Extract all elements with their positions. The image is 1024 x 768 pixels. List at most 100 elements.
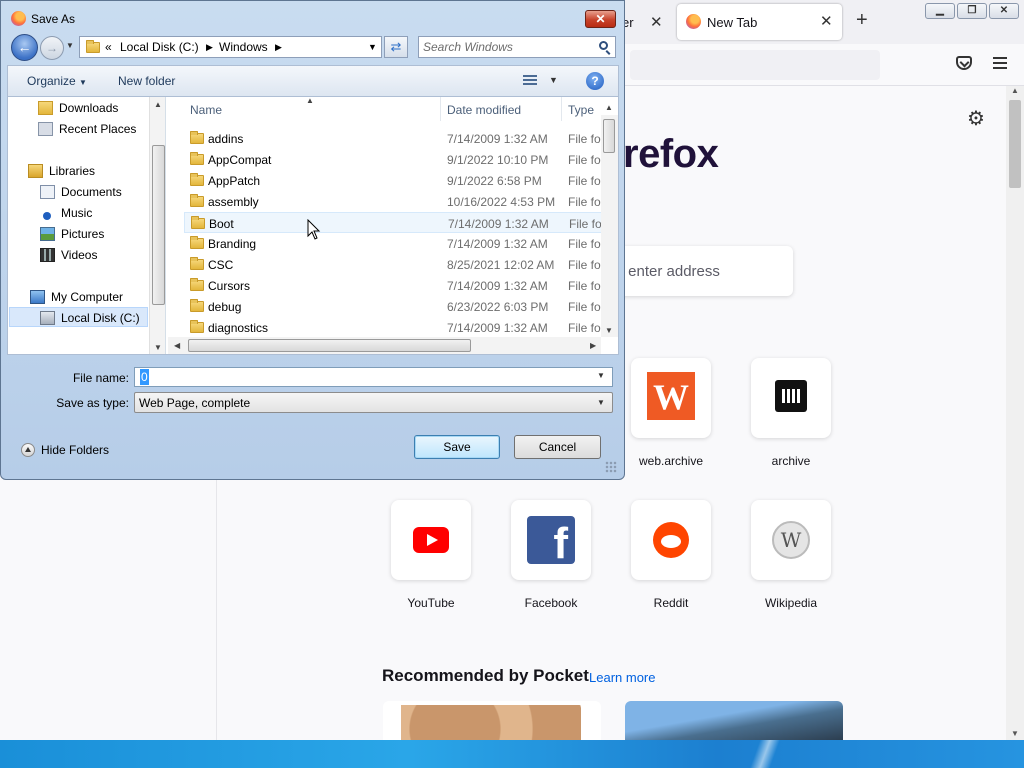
site-tile[interactable]: W: [631, 358, 711, 438]
file-list-horizontal-scrollbar[interactable]: ◀ ▶: [168, 337, 601, 354]
scrollbar-thumb[interactable]: [1009, 100, 1021, 188]
scroll-left-arrow-icon[interactable]: ◀: [174, 341, 180, 350]
address-bar[interactable]: « Local Disk (C:) ▶ Windows ▶ ▼: [79, 36, 382, 58]
breadcrumb-local-disk[interactable]: Local Disk (C:): [120, 40, 199, 54]
nav-item-recent-places[interactable]: Recent Places: [38, 119, 148, 139]
save-button[interactable]: Save: [414, 435, 500, 459]
site-tile[interactable]: [631, 500, 711, 580]
scrollbar-thumb[interactable]: [188, 339, 471, 352]
save-as-type-select[interactable]: Web Page, complete ▼: [134, 392, 613, 413]
nav-item-documents[interactable]: Documents: [40, 182, 148, 202]
nav-item-libraries[interactable]: Libraries: [28, 161, 148, 181]
scrollbar-thumb[interactable]: [152, 145, 165, 305]
cancel-button[interactable]: Cancel: [514, 435, 601, 459]
scroll-right-arrow-icon[interactable]: ▶: [590, 341, 596, 350]
url-bar[interactable]: [630, 50, 880, 80]
breadcrumb-separator-icon[interactable]: ▶: [206, 42, 213, 53]
nav-item-pictures[interactable]: Pictures: [40, 224, 148, 244]
nav-item-label: Videos: [61, 248, 98, 262]
file-row[interactable]: Cursors 7/14/2009 1:32 AM File fol: [184, 275, 604, 296]
file-name-value[interactable]: 0: [140, 369, 149, 385]
search-box[interactable]: [418, 36, 616, 58]
file-row[interactable]: diagnostics 7/14/2009 1:32 AM File fol: [184, 317, 604, 338]
pocket-story-card[interactable]: [383, 701, 601, 740]
search-input[interactable]: [423, 39, 593, 55]
maximize-button[interactable]: ❐: [957, 3, 987, 19]
views-icon[interactable]: [523, 75, 537, 87]
nav-pane-scrollbar[interactable]: ▲ ▼: [149, 97, 165, 354]
file-row[interactable]: AppPatch 9/1/2022 6:58 PM File fol: [184, 170, 604, 191]
scroll-down-arrow-icon[interactable]: ▼: [1006, 729, 1024, 738]
dialog-title: Save As: [31, 12, 76, 26]
top-site-facebook[interactable]: f Facebook: [511, 500, 591, 610]
breadcrumb-windows[interactable]: Windows: [219, 40, 268, 54]
file-row[interactable]: addins 7/14/2009 1:32 AM File fol: [184, 128, 604, 149]
pocket-icon[interactable]: [956, 56, 972, 70]
top-site-youtube[interactable]: YouTube: [391, 500, 471, 610]
address-dropdown-icon[interactable]: ▼: [368, 42, 377, 52]
forward-button[interactable]: →: [40, 36, 64, 60]
videos-icon: [40, 248, 55, 262]
tab-new-tab[interactable]: New Tab ✕: [677, 4, 842, 40]
site-tile[interactable]: W: [751, 500, 831, 580]
file-name: AppCompat: [208, 153, 272, 167]
file-row[interactable]: CSC 8/25/2021 12:02 AM File fol: [184, 254, 604, 275]
file-row[interactable]: AppCompat 9/1/2022 10:10 PM File fol: [184, 149, 604, 170]
top-site-web-archive[interactable]: W web.archive: [631, 358, 711, 468]
breadcrumb-overflow-icon[interactable]: «: [105, 40, 112, 54]
site-tile[interactable]: [391, 500, 471, 580]
organize-button[interactable]: Organize ▼: [27, 74, 87, 88]
hamburger-menu-icon[interactable]: [993, 57, 1007, 69]
gear-icon[interactable]: ⚙: [967, 106, 985, 131]
column-header-date[interactable]: Date modified: [441, 97, 562, 121]
file-row[interactable]: assembly 10/16/2022 4:53 PM File fol: [184, 191, 604, 212]
file-row[interactable]: Branding 7/14/2009 1:32 AM File fol: [184, 233, 604, 254]
scroll-up-arrow-icon[interactable]: ▲: [1006, 86, 1024, 95]
back-button[interactable]: ←: [11, 34, 38, 61]
file-row[interactable]: debug 6/23/2022 6:03 PM File fol: [184, 296, 604, 317]
search-icon[interactable]: [599, 41, 608, 50]
page-scrollbar[interactable]: ▲ ▼: [1006, 86, 1024, 740]
new-folder-button[interactable]: New folder: [118, 74, 175, 88]
refresh-button[interactable]: ⇄: [384, 36, 408, 58]
file-date: 6/23/2022 6:03 PM: [447, 300, 549, 314]
nav-item-videos[interactable]: Videos: [40, 245, 148, 265]
site-label: YouTube: [407, 596, 455, 610]
resize-grip-icon[interactable]: [605, 461, 617, 473]
scroll-up-arrow-icon[interactable]: ▲: [154, 100, 162, 109]
tab-close-icon[interactable]: ✕: [820, 12, 833, 30]
learn-more-link[interactable]: Learn more: [589, 670, 655, 685]
views-dropdown-icon[interactable]: ▼: [549, 75, 558, 85]
site-tile[interactable]: [751, 358, 831, 438]
chevron-down-icon[interactable]: ▼: [597, 398, 605, 407]
file-list-vertical-scrollbar[interactable]: ▲ ▼: [601, 103, 618, 337]
top-site-reddit[interactable]: Reddit: [631, 500, 711, 610]
chevron-down-icon[interactable]: ▼: [597, 371, 605, 380]
scroll-up-arrow-icon[interactable]: ▲: [605, 103, 613, 112]
top-site-wikipedia[interactable]: W Wikipedia: [751, 500, 831, 610]
file-name-field[interactable]: 0 ▼: [134, 367, 613, 387]
file-row[interactable]: Boot 7/14/2009 1:32 AM File fol: [184, 212, 604, 233]
dialog-close-button[interactable]: ✕: [585, 10, 616, 28]
file-type: File fol: [568, 132, 604, 146]
recent-locations-dropdown-icon[interactable]: ▼: [66, 41, 74, 50]
help-icon[interactable]: ?: [586, 72, 604, 90]
file-type: File fol: [569, 217, 605, 231]
close-window-button[interactable]: ✕: [989, 3, 1019, 19]
pocket-story-card[interactable]: [625, 701, 843, 740]
new-tab-plus-icon[interactable]: +: [856, 10, 868, 30]
nav-item-local-disk[interactable]: Local Disk (C:): [9, 307, 148, 327]
scroll-down-arrow-icon[interactable]: ▼: [605, 326, 613, 335]
minimize-button[interactable]: ▁: [925, 3, 955, 19]
nav-item-my-computer[interactable]: My Computer: [30, 287, 148, 307]
folder-icon: [190, 320, 204, 333]
scrollbar-thumb[interactable]: [603, 119, 615, 153]
site-tile[interactable]: f: [511, 500, 591, 580]
folder-icon: [190, 131, 204, 144]
top-site-archive[interactable]: archive: [751, 358, 831, 468]
nav-item-music[interactable]: Music: [40, 203, 148, 223]
nav-item-downloads[interactable]: Downloads: [38, 98, 148, 118]
tab-close-icon[interactable]: ✕: [650, 13, 663, 31]
scroll-down-arrow-icon[interactable]: ▼: [154, 343, 162, 352]
breadcrumb-separator-icon[interactable]: ▶: [275, 42, 282, 53]
